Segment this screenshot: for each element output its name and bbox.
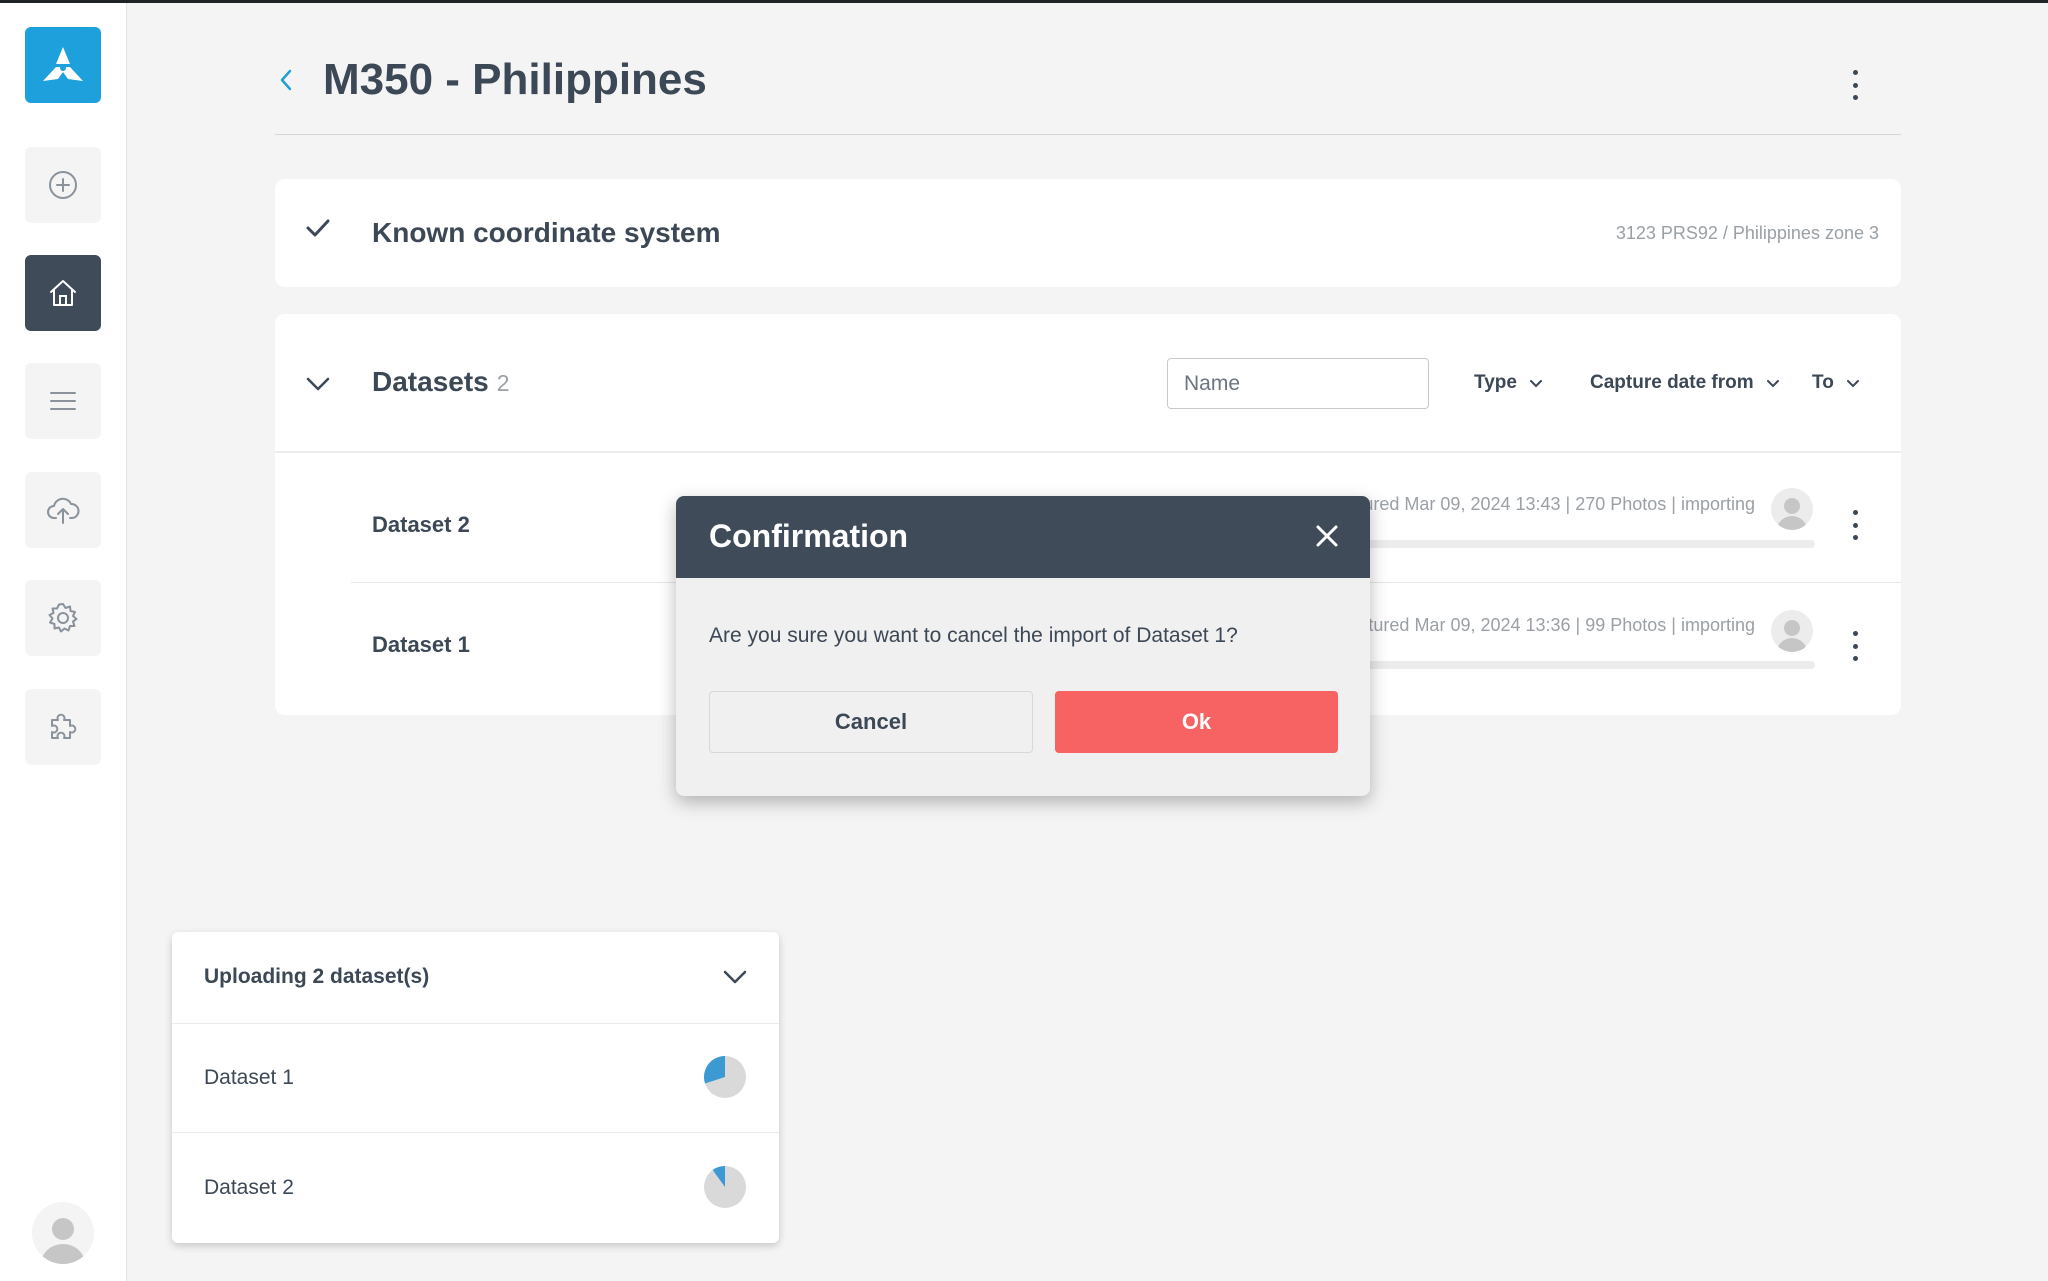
dialog-message: Are you sure you want to cancel the impo… [709,624,1238,647]
logo-icon [43,47,83,81]
dataset-row-meta: Captured Mar 09, 2024 13:43 | 270 Photos… [1335,494,1755,514]
upload-panel-divider [172,1132,779,1133]
chevron-down-icon [1766,379,1779,387]
chevron-down-icon[interactable] [723,970,747,984]
capture-date-to-dropdown[interactable]: To [1812,372,1860,394]
page-title: M350 - Philippines [323,55,707,104]
dataset-row-meta: Captured Mar 09, 2024 13:36 | 99 Photos … [1335,615,1755,635]
dataset-row-progress [1325,540,1815,548]
sidebar-item-list[interactable] [25,363,101,439]
datasets-title: Datasets 2 [372,366,510,398]
user-icon [41,1218,85,1264]
dataset-row-avatar [1771,610,1813,652]
ok-button[interactable]: Ok [1055,691,1338,753]
confirmation-dialog: Confirmation Are you sure you want to ca… [676,496,1370,796]
upload-progress-pie [704,1056,746,1098]
sidebar-item-home[interactable] [25,255,101,331]
dialog-title: Confirmation [709,518,909,554]
sidebar [0,3,127,1281]
plus-circle-icon [49,171,77,199]
puzzle-icon [51,713,77,739]
app-logo[interactable] [25,27,101,103]
capture-date-from-label: Capture date from [1590,372,1754,393]
back-chevron-icon[interactable] [276,65,296,95]
gear-icon [48,603,78,633]
coordinate-system-value: 3123 PRS92 / Philippines zone 3 [1615,223,1879,243]
collapse-chevron-icon[interactable] [305,376,331,392]
menu-icon [50,392,76,410]
datasets-title-label: Datasets [372,366,489,397]
type-filter-dropdown[interactable]: Type [1474,372,1543,394]
upload-panel-divider [172,1023,779,1024]
datasets-header-divider [275,451,1901,453]
dataset-row-progress [1325,661,1815,669]
upload-item-name: Dataset 1 [204,1066,294,1089]
sidebar-item-plugins[interactable] [25,689,101,765]
sidebar-item-create[interactable] [25,147,101,223]
dataset-row-name[interactable]: Dataset 1 [372,632,470,658]
user-icon [1777,498,1807,530]
upload-progress-pie [704,1166,746,1208]
capture-date-from-dropdown[interactable]: Capture date from [1590,372,1780,394]
page-more-menu-icon[interactable] [1849,70,1861,100]
dataset-row-more-icon[interactable] [1849,510,1861,540]
dataset-row-name[interactable]: Dataset 2 [372,512,470,538]
sidebar-item-settings[interactable] [25,580,101,656]
chevron-down-icon [1846,379,1859,387]
dataset-row-avatar [1771,488,1813,530]
capture-date-to-label: To [1812,372,1834,393]
name-filter-input[interactable] [1167,358,1429,409]
dataset-row-more-icon[interactable] [1849,631,1861,661]
dataset-row-meta-clip: Captured Mar 09, 2024 13:36 | 99 Photos … [1335,615,1755,645]
type-filter-label: Type [1474,372,1517,393]
header-divider [275,134,1901,135]
check-icon [306,219,330,237]
upload-item-name: Dataset 2 [204,1176,294,1199]
cloud-upload-icon [47,497,80,524]
sidebar-item-upload[interactable] [25,472,101,548]
datasets-count: 2 [496,370,510,396]
upload-panel-title: Uploading 2 dataset(s) [204,965,430,988]
user-icon [1777,620,1807,652]
dialog-header: Confirmation [676,496,1370,578]
user-avatar[interactable] [32,1202,94,1264]
upload-panel: Uploading 2 dataset(s) Dataset 1 Dataset… [172,932,779,1243]
dataset-row-meta-clip: Captured Mar 09, 2024 13:43 | 270 Photos… [1335,494,1755,524]
home-icon [50,280,76,306]
cancel-button[interactable]: Cancel [709,691,1033,753]
chevron-down-icon [1529,379,1542,387]
coordinate-system-title: Known coordinate system [372,217,721,248]
coordinate-system-card[interactable]: Known coordinate system 3123 PRS92 / Phi… [275,179,1901,287]
close-icon[interactable] [1314,523,1340,549]
